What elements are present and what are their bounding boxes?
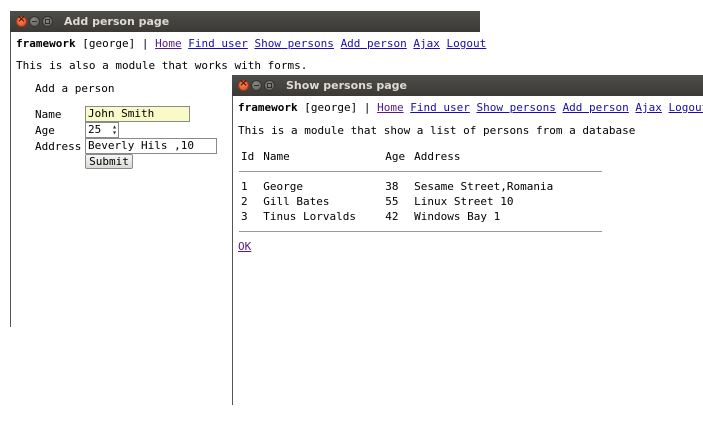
name-label: Name [35,108,62,121]
submit-button[interactable]: Submit [85,154,133,169]
show-window-left-edge [232,96,233,405]
nav-link-add-person[interactable]: Add person [563,101,629,114]
address-label: Address [35,140,82,153]
ok-link-wrapper: OK [238,240,251,253]
brand-name: framework [238,101,298,114]
cell-name: Gill Bates [263,195,330,208]
nav-link-logout[interactable]: Logout [669,101,703,114]
table-row: 2 Gill Bates 55 Linux Street 10 [238,194,559,209]
nav-link-ajax[interactable]: Ajax [635,101,662,114]
show-intro-text: This is a module that show a list of per… [238,124,636,137]
table-row: 3 Tinus Lorvalds 42 Windows Bay 1 [238,209,559,224]
column-header-id: Id [241,150,255,163]
nav-link-add-person[interactable]: Add person [341,37,407,50]
ok-link[interactable]: OK [238,240,251,253]
cell-address: Linux Street 10 [414,195,514,208]
window-title: Show persons page [286,79,408,92]
current-user: [george] [82,37,136,50]
table-header-row: Id Name Age Address [238,149,559,164]
show-persons-window: Show persons page framework [george] | H… [232,75,703,405]
minimize-icon[interactable] [251,80,262,91]
brand-name: framework [16,37,76,50]
cell-age: 42 [385,210,399,223]
nav-link-home[interactable]: Home [155,37,182,50]
cell-name: George [263,180,303,193]
nav-separator: | [363,101,371,114]
nav-link-show-persons[interactable]: Show persons [476,101,555,114]
age-label: Age [35,124,55,137]
minimize-icon[interactable] [29,16,40,27]
add-person-titlebar: Add person page [10,11,480,32]
nav-bar: framework [george] | Home Find user Show… [238,101,703,114]
cell-age: 38 [385,180,399,193]
nav-link-find-user[interactable]: Find user [410,101,470,114]
nav-link-find-user[interactable]: Find user [188,37,248,50]
spinner-arrows-icon[interactable]: ▴ ▾ [112,123,117,137]
maximize-icon[interactable] [42,16,53,27]
cell-name: Tinus Lorvalds [263,210,356,223]
current-user: [george] [304,101,358,114]
age-input[interactable]: 25 ▴ ▾ [85,122,119,138]
persons-table: Id Name Age Address 1 George 38 Sesame S… [238,149,559,224]
cell-id: 1 [241,180,248,193]
address-input[interactable]: Beverly Hils ,10 [85,138,217,154]
nav-separator: | [141,37,149,50]
nav-link-ajax[interactable]: Ajax [413,37,440,50]
column-header-address: Address [414,150,461,163]
nav-link-show-persons[interactable]: Show persons [254,37,333,50]
column-header-name: Name [263,150,290,163]
cell-age: 55 [385,195,399,208]
nav-link-home[interactable]: Home [377,101,404,114]
name-input[interactable]: John Smith [85,106,190,122]
nav-link-logout[interactable]: Logout [447,37,487,50]
table-bottom-divider [239,231,602,232]
window-title: Add person page [64,15,170,28]
show-persons-titlebar: Show persons page [232,75,703,96]
maximize-icon[interactable] [264,80,275,91]
cell-id: 2 [241,195,248,208]
cell-address: Windows Bay 1 [414,210,501,223]
close-icon[interactable] [16,14,27,27]
form-heading: Add a person [35,82,115,95]
table-top-divider [239,171,602,172]
cell-address: Sesame Street,Romania [414,180,554,193]
add-intro-text: This is also a module that works with fo… [16,59,308,72]
column-header-age: Age [385,150,406,163]
close-icon[interactable] [238,78,249,91]
table-row: 1 George 38 Sesame Street,Romania [238,179,559,194]
age-value: 25 [88,123,102,136]
nav-bar: framework [george] | Home Find user Show… [16,37,486,50]
add-window-left-edge [10,32,11,327]
cell-id: 3 [241,210,248,223]
